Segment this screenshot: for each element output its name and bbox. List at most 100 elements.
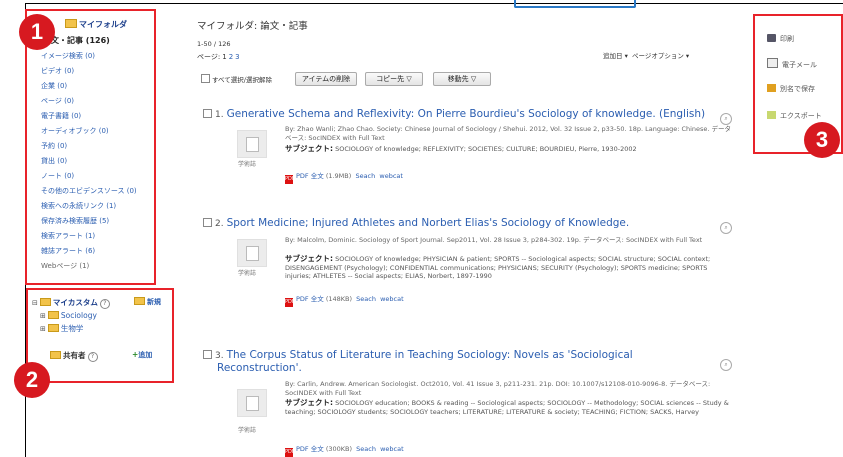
nav-item-ebooks[interactable]: 電子書籍 (0): [41, 111, 81, 121]
nav-item-notes[interactable]: ノート (0): [41, 171, 74, 181]
result-title-continued[interactable]: Reconstruction'.: [217, 362, 302, 374]
export-icon: [767, 111, 776, 119]
my-folder-title[interactable]: マイフォルダ: [65, 19, 127, 30]
nav-item-persistent-links[interactable]: 検索への永続リンク (1): [41, 201, 116, 211]
top-border: [25, 3, 843, 4]
email-tool[interactable]: 電子メール: [767, 58, 817, 70]
printer-icon: [767, 34, 776, 42]
pdf-icon: PDF: [285, 175, 295, 184]
publication-type: 学術誌: [238, 161, 257, 168]
nav-item-search-alerts[interactable]: 検索アラート (1): [41, 231, 95, 241]
nav-item-company[interactable]: 企業 (0): [41, 81, 67, 91]
nav-item-journal-alerts[interactable]: 雑誌アラート (6): [41, 246, 95, 256]
select-all-toggle[interactable]: すべて選択/選択解除: [201, 74, 272, 84]
publication-type: 学術誌: [238, 270, 257, 277]
new-folder-icon: [134, 297, 145, 305]
result-meta: By: Malcolm, Dominic. Sociology of Sport…: [285, 236, 703, 244]
webcat-link[interactable]: webcat: [379, 172, 403, 180]
move-to-button[interactable]: 移動先 ▽: [433, 72, 491, 86]
custom-folders-panel: ⊟ マイカスタム? 新規 ⊞ Sociology ⊞ 生物学 共有者? +追加: [26, 288, 174, 383]
document-thumbnail[interactable]: [237, 130, 267, 158]
pdf-fulltext-link[interactable]: PDF 全文: [296, 172, 324, 180]
my-folder-nav: マイフォルダ 論文・記事 (126) イメージ検索 (0) ビデオ (0) 企業…: [27, 14, 154, 284]
custom-folder-title: マイカスタム: [52, 298, 98, 307]
email-icon: [767, 58, 778, 68]
folder-icon: [47, 311, 59, 319]
sort-dropdown[interactable]: 追加日 ▾: [603, 52, 628, 60]
result-title[interactable]: 1. Generative Schema and Reflexivity: On …: [203, 108, 705, 120]
expand-toggle-icon[interactable]: ⊞: [40, 312, 46, 320]
document-thumbnail[interactable]: [237, 239, 267, 267]
nav-item-evidence-sources[interactable]: その他のエビデンスソース (0): [41, 186, 137, 196]
preview-magnifier-icon[interactable]: ⌕: [720, 359, 732, 371]
pdf-icon: PDF: [285, 298, 295, 307]
folder-toolbar: すべて選択/選択解除 アイテムの削除 コピー先 ▽ 移動先 ▽: [197, 72, 597, 86]
webcat-link[interactable]: webcat: [380, 445, 404, 453]
document-thumbnail[interactable]: [237, 389, 267, 417]
new-folder-button[interactable]: 新規: [134, 297, 161, 307]
pagination: ページ: 1 2 3: [197, 53, 240, 61]
nav-item-image-search[interactable]: イメージ検索 (0): [41, 51, 95, 61]
callout-badge-1: 1: [19, 14, 55, 50]
pdf-icon: PDF: [285, 448, 295, 457]
select-all-checkbox[interactable]: [201, 74, 210, 83]
pdf-link-row: PDFPDF 全文 (148KB) Seach webcat: [285, 295, 404, 307]
result-title[interactable]: 3. The Corpus Status of Literature in Tea…: [203, 349, 633, 361]
print-tool[interactable]: 印刷: [767, 34, 794, 44]
page-options-dropdown[interactable]: ページオプション ▾: [632, 52, 689, 60]
nav-item-reservations[interactable]: 予約 (0): [41, 141, 67, 151]
page-link-2[interactable]: 2: [229, 53, 233, 61]
pdf-fulltext-link[interactable]: PDF 全文: [296, 445, 324, 453]
result-checkbox[interactable]: [203, 350, 212, 359]
webcat-link[interactable]: webcat: [380, 295, 404, 303]
help-icon[interactable]: ?: [87, 352, 98, 362]
nav-item-loans[interactable]: 貸出 (0): [41, 156, 67, 166]
folder-icon: [47, 324, 59, 332]
result-subjects: サブジェクト: SOCIOLOGY education; BOOKS & rea…: [285, 398, 729, 416]
sort-options: 追加日 ▾ ページオプション ▾: [603, 50, 689, 60]
shared-folder-icon: [50, 351, 61, 359]
publication-type: 学術誌: [238, 427, 257, 434]
pdf-link-row: PDFPDF 全文 (1.9MB) Seach webcat: [285, 172, 403, 184]
help-icon[interactable]: ?: [99, 299, 110, 309]
callout-badge-2: 2: [14, 362, 50, 398]
result-checkbox[interactable]: [203, 218, 212, 227]
save-as-tool[interactable]: 別名で保存: [767, 84, 815, 94]
result-subjects: サブジェクト: SOCIOLOGY of knowledge; REFLEXIV…: [285, 144, 637, 153]
seach-link[interactable]: Seach: [356, 445, 376, 453]
preview-magnifier-icon[interactable]: ⌕: [720, 222, 732, 234]
nav-item-pages[interactable]: ページ (0): [41, 96, 74, 106]
top-tab-outline: [514, 0, 636, 8]
expand-toggle-icon[interactable]: ⊞: [40, 325, 46, 333]
nav-item-web-pages[interactable]: Webページ (1): [41, 261, 89, 271]
page-title: マイフォルダ: 論文・記事: [197, 21, 308, 32]
folder-icon: [65, 19, 77, 28]
pdf-link-row: PDFPDF 全文 (300KB) Seach webcat: [285, 445, 404, 457]
result-range: 1-50 / 126: [197, 40, 231, 48]
page-link-1[interactable]: 1: [222, 53, 226, 61]
custom-folder-header: ⊟ マイカスタム?: [32, 297, 110, 309]
export-tool[interactable]: エクスポート: [767, 111, 822, 121]
folder-item-biology[interactable]: ⊞ 生物学: [40, 323, 83, 334]
seach-link[interactable]: Seach: [355, 172, 375, 180]
nav-item-video[interactable]: ビデオ (0): [41, 66, 74, 76]
preview-magnifier-icon[interactable]: ⌕: [720, 113, 732, 125]
folder-item-sociology[interactable]: ⊞ Sociology: [40, 311, 97, 320]
delete-items-button[interactable]: アイテムの削除: [295, 72, 357, 86]
nav-item-saved-searches[interactable]: 保存済み検索履歴 (5): [41, 216, 109, 226]
result-subjects: サブジェクト: SOCIOLOGY of knowledge; PHYSICIA…: [285, 254, 711, 280]
save-icon: [767, 84, 776, 92]
copy-to-button[interactable]: コピー先 ▽: [365, 72, 423, 86]
result-checkbox[interactable]: [203, 109, 212, 118]
shared-header: 共有者?: [50, 350, 98, 362]
nav-item-audiobooks[interactable]: オーディオブック (0): [41, 126, 109, 136]
folder-icon: [39, 298, 51, 306]
page-link-3[interactable]: 3: [235, 53, 239, 61]
result-title[interactable]: 2. Sport Medicine; Injured Athletes and N…: [203, 217, 629, 229]
result-meta: By: Zhao Wanli; Zhao Chao. Society: Chin…: [285, 125, 732, 142]
collapse-toggle-icon[interactable]: ⊟: [32, 299, 38, 307]
seach-link[interactable]: Seach: [356, 295, 376, 303]
pdf-fulltext-link[interactable]: PDF 全文: [296, 295, 324, 303]
add-shared-button[interactable]: +追加: [132, 350, 152, 360]
result-meta: By: Carlin, Andrew. American Sociologist…: [285, 380, 711, 397]
